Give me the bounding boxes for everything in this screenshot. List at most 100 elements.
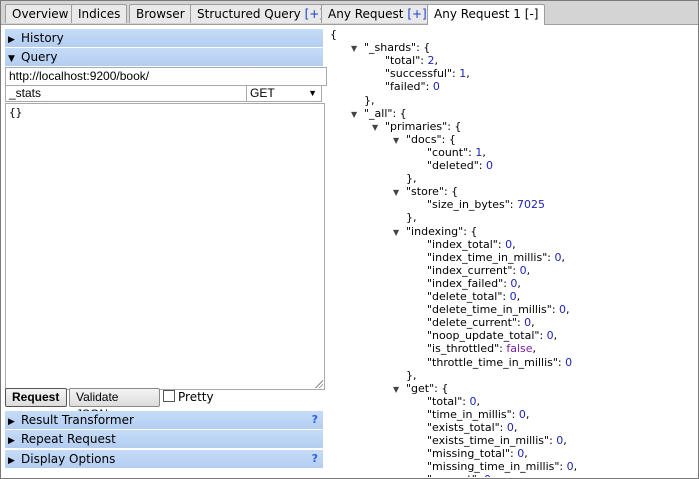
close-tab-marker: [-] xyxy=(524,7,539,21)
tab-any-request-1[interactable]: Any Request 1 [-] xyxy=(427,4,546,25)
request-body-textarea[interactable]: {} xyxy=(5,103,325,390)
validate-json-button[interactable]: Validate JSON xyxy=(69,388,160,421)
json-line: "throttle_time_in_millis": 0 xyxy=(427,356,572,369)
json-key: "successful": xyxy=(385,67,460,81)
history-section-header[interactable]: ▶ History xyxy=(5,29,323,47)
json-key: "store": { xyxy=(406,185,459,199)
repeat-request-label: Repeat Request xyxy=(21,432,116,446)
json-key: "index_failed": xyxy=(427,276,511,290)
json-punct: , xyxy=(531,316,535,330)
collapse-toggle-icon[interactable]: ▼ xyxy=(351,108,364,121)
json-punct: }, xyxy=(406,172,417,186)
json-punct: , xyxy=(532,342,537,356)
json-line: "index_time_in_millis": 0, xyxy=(427,251,565,264)
collapse-toggle-icon[interactable]: ▼ xyxy=(372,121,385,134)
request-panel: ▶ History ▼ Query http://localhost:9200/bo… xyxy=(5,29,327,470)
json-line: "noop_update_total": 0, xyxy=(427,329,557,342)
json-value: 0 xyxy=(559,303,567,317)
json-value: 0 xyxy=(509,290,517,303)
json-key: "count": xyxy=(427,145,476,159)
tab-any-request[interactable]: Any Request [+] xyxy=(321,4,434,23)
json-line: "current": 0 xyxy=(427,473,491,477)
json-line: }, xyxy=(364,94,375,107)
add-tab-marker: [+] xyxy=(407,7,427,21)
json-punct: , xyxy=(526,263,531,277)
json-key: "is_throttled": xyxy=(427,342,507,356)
json-line: { xyxy=(330,28,337,41)
json-key: "_shards": { xyxy=(364,41,431,55)
tab-structured-query[interactable]: Structured Query [+] xyxy=(190,4,331,23)
path-input[interactable]: _stats xyxy=(5,85,249,102)
method-select[interactable]: GET ▼ xyxy=(246,85,322,102)
json-punct: , xyxy=(512,237,516,251)
json-punct: , xyxy=(516,290,521,303)
json-line: "missing_time_in_millis": 0, xyxy=(427,460,577,473)
method-value: GET xyxy=(250,86,275,100)
json-line: "time_in_millis": 0, xyxy=(427,408,529,421)
json-value: 0 xyxy=(565,355,573,369)
json-key: "throttle_time_in_millis": xyxy=(427,355,566,369)
tab-label: Overview xyxy=(12,7,69,21)
json-key: "noop_update_total": xyxy=(427,329,547,343)
json-key: "total": xyxy=(385,54,428,68)
json-punct: , xyxy=(434,54,438,68)
json-key: "time_in_millis": xyxy=(427,407,519,421)
json-line: }, xyxy=(406,211,417,224)
display-options-label: Display Options xyxy=(21,452,116,466)
repeat-request-header[interactable]: ▶ Repeat Request xyxy=(5,430,323,448)
result-transformer-header[interactable]: ▶ Result Transformer ? xyxy=(5,411,323,429)
json-key: "docs": { xyxy=(406,132,456,146)
collapse-toggle-icon[interactable]: ▼ xyxy=(393,186,406,199)
collapse-toggle-icon[interactable]: ▼ xyxy=(393,134,406,147)
json-key: "current": xyxy=(427,473,484,477)
json-line: "is_throttled": false, xyxy=(427,342,536,355)
json-value: false xyxy=(506,342,533,356)
expanded-triangle-icon: ▼ xyxy=(8,54,15,64)
pretty-option[interactable]: Pretty xyxy=(163,390,214,405)
tab-label: Any Request 1 xyxy=(434,7,521,21)
tab-indices[interactable]: Indices xyxy=(71,4,128,23)
collapse-toggle-icon[interactable]: ▼ xyxy=(393,383,406,396)
query-section-header[interactable]: ▼ Query xyxy=(5,48,323,66)
json-value: 0 xyxy=(518,407,526,421)
display-options-header[interactable]: ▶ Display Options ? xyxy=(5,450,323,468)
pretty-checkbox[interactable] xyxy=(163,390,175,402)
chevron-down-icon: ▼ xyxy=(308,88,317,98)
json-punct: , xyxy=(525,407,530,421)
tab-overview[interactable]: Overview xyxy=(5,4,76,23)
json-punct: { xyxy=(330,28,337,41)
json-key: "deleted": xyxy=(427,159,486,172)
json-punct: }, xyxy=(406,211,417,225)
resize-grip-icon[interactable] xyxy=(315,380,323,388)
json-line: "deleted": 0 xyxy=(427,159,493,172)
json-line: "count": 1, xyxy=(427,146,486,159)
help-icon[interactable]: ? xyxy=(312,450,318,468)
help-icon[interactable]: ? xyxy=(312,411,318,429)
collapse-toggle-icon[interactable]: ▼ xyxy=(351,42,364,55)
json-key: "indexing": { xyxy=(406,224,478,238)
json-line: ▼ "primaries": { xyxy=(372,120,461,133)
url-input[interactable]: http://localhost:9200/book/ xyxy=(5,67,327,86)
json-value: 0 xyxy=(566,460,574,474)
json-line: "exists_total": 0, xyxy=(427,421,517,434)
json-key: "exists_total": xyxy=(427,421,507,434)
collapse-toggle-icon[interactable]: ▼ xyxy=(393,226,406,239)
json-line: "delete_time_in_millis": 0, xyxy=(427,303,570,316)
json-line: ▼ "store": { xyxy=(393,185,458,198)
json-key: "delete_current": xyxy=(427,316,525,330)
json-line: "index_total": 0, xyxy=(427,238,516,251)
json-line: ▼ "indexing": { xyxy=(393,225,477,238)
tab-bar: Overview Indices Browser Structured Quer… xyxy=(1,1,698,25)
request-button[interactable]: Request xyxy=(5,388,67,407)
json-line: ▼ "docs": { xyxy=(393,133,456,146)
json-response-view[interactable]: {▼ "_shards": {"total": 2, "successful": 1… xyxy=(327,25,697,477)
history-label: History xyxy=(21,31,64,45)
collapsed-triangle-icon: ▶ xyxy=(8,417,15,427)
json-line: }, xyxy=(406,369,417,382)
app-frame: Overview Indices Browser Structured Quer… xyxy=(0,0,699,479)
json-value: 0 xyxy=(485,159,493,172)
json-key: "failed": xyxy=(385,80,433,94)
json-line: ▼ "get": { xyxy=(393,382,448,395)
json-key: "missing_total": xyxy=(427,447,518,461)
tab-browser[interactable]: Browser xyxy=(129,4,192,23)
